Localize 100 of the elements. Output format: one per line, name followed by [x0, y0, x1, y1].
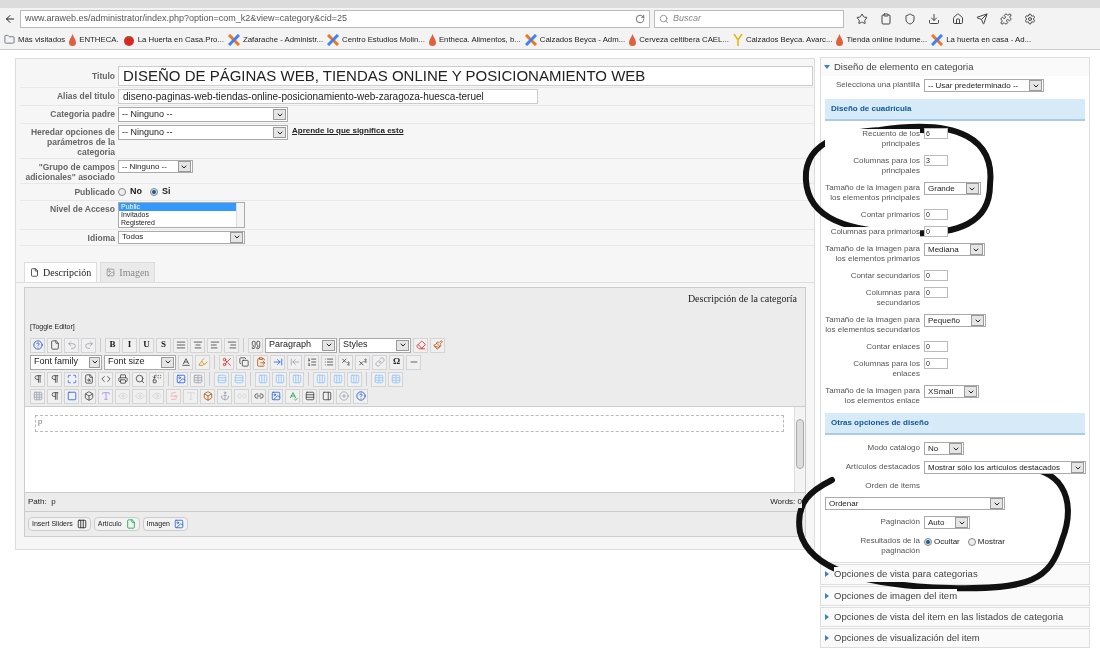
puzzle-icon[interactable]: [1000, 13, 1012, 25]
pilcrow-icon[interactable]: [47, 388, 62, 404]
send-icon[interactable]: [976, 13, 988, 25]
select-field[interactable]: Mediana: [924, 243, 985, 257]
select-field[interactable]: Todos: [118, 230, 245, 244]
format-button[interactable]: I: [122, 337, 137, 353]
eraser-icon[interactable]: [413, 337, 428, 353]
collapsed-triangle-icon[interactable]: [824, 613, 830, 620]
align-center-icon[interactable]: [190, 337, 205, 353]
subscript-icon[interactable]: [338, 354, 353, 370]
print-icon[interactable]: [115, 371, 130, 387]
box-icon[interactable]: [200, 388, 215, 404]
panel-title[interactable]: Opciones de vista para categorias: [834, 567, 978, 582]
table-icon[interactable]: [371, 371, 386, 387]
select-field[interactable]: Pequeño: [924, 314, 987, 328]
columns-icon[interactable]: [347, 371, 362, 387]
fullscreen-icon[interactable]: [64, 371, 79, 387]
home-icon[interactable]: [952, 13, 964, 25]
superscript-icon[interactable]: [355, 354, 370, 370]
align-right-icon[interactable]: [224, 337, 239, 353]
format-button[interactable]: Ω: [389, 354, 404, 370]
help-icon[interactable]: [30, 337, 45, 353]
settings-icon[interactable]: [1024, 13, 1036, 25]
select-field[interactable]: -- Ninguno --: [118, 160, 193, 173]
pilcrow-icon[interactable]: [30, 371, 45, 387]
code-icon[interactable]: [98, 371, 113, 387]
title-field[interactable]: DISEÑO DE PÁGINAS WEB, TIENDAS ONLINE Y POSICIONAMIENTO WEB: [118, 66, 813, 86]
radio-button[interactable]: [924, 538, 932, 547]
select-field[interactable]: Grande: [924, 182, 981, 196]
clipboard-icon[interactable]: [880, 13, 892, 25]
columns-icon[interactable]: [272, 371, 287, 387]
image-icon[interactable]: [268, 388, 283, 404]
numbered-list-icon[interactable]: [304, 354, 319, 370]
toolbar-select[interactable]: Font family: [30, 354, 102, 370]
indent-icon[interactable]: [270, 354, 285, 370]
bullet-list-icon[interactable]: [321, 354, 336, 370]
expanded-triangle-icon[interactable]: [824, 64, 830, 71]
help-link[interactable]: Aprende lo que significa esto: [292, 125, 404, 137]
add-icon[interactable]: [336, 388, 351, 404]
replace-icon[interactable]: [149, 371, 164, 387]
collapsed-triangle-icon[interactable]: [824, 571, 830, 578]
strikethrough-icon[interactable]: [166, 388, 181, 404]
select-field[interactable]: XSmall: [924, 385, 980, 399]
radio-button[interactable]: [967, 538, 976, 547]
paste-icon[interactable]: [253, 354, 268, 370]
undo-icon[interactable]: [64, 337, 79, 353]
search-icon[interactable]: [132, 371, 147, 387]
toolbar-select[interactable]: Font size: [104, 354, 176, 370]
align-justify-icon[interactable]: [173, 337, 188, 353]
radio-button[interactable]: [150, 187, 158, 196]
outdent-icon[interactable]: [287, 354, 302, 370]
link-icon[interactable]: [251, 388, 266, 404]
panel-title[interactable]: Diseño de elemento en categoria: [834, 60, 974, 75]
star-icon[interactable]: [856, 13, 868, 25]
select-field[interactable]: -- Ninguno --: [118, 125, 288, 140]
paragraph-block[interactable]: p: [35, 414, 784, 432]
table-icon[interactable]: [388, 371, 403, 387]
panel-title[interactable]: Opciones de visualización del item: [834, 631, 980, 646]
spellcheck-icon[interactable]: [285, 388, 300, 404]
select-field[interactable]: Auto: [924, 516, 971, 530]
font-color-icon[interactable]: [178, 354, 193, 370]
frame-icon[interactable]: [64, 388, 79, 404]
rows-icon[interactable]: [302, 388, 317, 404]
grid-icon[interactable]: [30, 388, 45, 404]
select-field[interactable]: No: [924, 442, 965, 456]
toolbar-select[interactable]: Styles: [339, 337, 411, 353]
alias-field[interactable]: diseno-paginas-web-tiendas-online-posicionamiento-web-zaragoza-huesca-teruel: [118, 89, 538, 104]
format-button[interactable]: U: [139, 337, 154, 353]
link-icon[interactable]: [372, 354, 387, 370]
reload-icon[interactable]: [635, 14, 645, 24]
select-field[interactable]: Mostrar sólo los artículos destacados: [924, 461, 1087, 475]
quote-icon[interactable]: [248, 337, 263, 353]
format-button[interactable]: S: [156, 337, 171, 353]
align-left-icon[interactable]: [207, 337, 222, 353]
address-field[interactable]: www.araweb.es/administrator/index.php?option=com_k2&view=category&cid=25: [20, 10, 650, 28]
select-field[interactable]: -- Usar predeterminado --: [924, 79, 1045, 93]
format-button[interactable]: B: [105, 337, 120, 353]
scrollbar[interactable]: [236, 202, 244, 227]
cut-icon[interactable]: [219, 354, 234, 370]
tab[interactable]: Descripción: [24, 261, 98, 282]
pilcrow-icon[interactable]: [47, 371, 62, 387]
copy-icon[interactable]: [236, 354, 251, 370]
collapsed-triangle-icon[interactable]: [824, 592, 830, 599]
radio-button[interactable]: [118, 187, 126, 196]
download-icon[interactable]: [928, 13, 940, 25]
panel-title[interactable]: Opciones de imagen del item: [834, 588, 958, 603]
help-icon[interactable]: [353, 388, 368, 404]
document-icon[interactable]: [47, 337, 62, 353]
toolbar-select[interactable]: Paragraph: [265, 337, 337, 353]
scrollbar[interactable]: [794, 406, 805, 492]
table-icon[interactable]: [190, 371, 205, 387]
redo-icon[interactable]: [81, 337, 96, 353]
back-icon[interactable]: [4, 13, 16, 25]
brush-icon[interactable]: [430, 337, 445, 353]
preview-icon[interactable]: [81, 371, 96, 387]
panel-icon[interactable]: [319, 388, 334, 404]
anchor-icon[interactable]: [217, 388, 232, 404]
select-field[interactable]: -- Ninguno --: [118, 107, 288, 122]
box-icon[interactable]: [81, 388, 96, 404]
search-field[interactable]: Buscar: [654, 10, 844, 28]
